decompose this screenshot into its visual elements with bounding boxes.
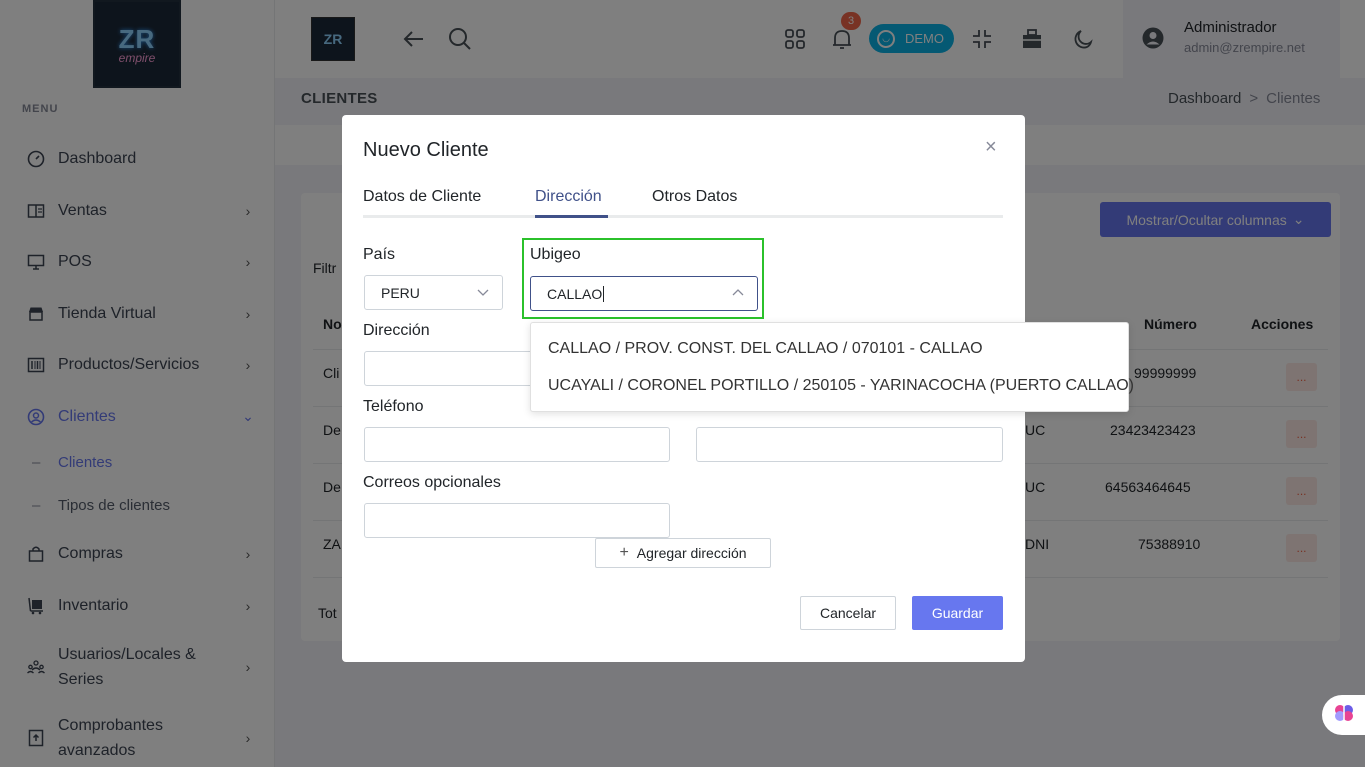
modal-title: Nuevo Cliente [363,139,489,161]
ubigeo-value: CALLAO [547,285,603,302]
ubigeo-dropdown: CALLAO / PROV. CONST. DEL CALLAO / 07010… [530,322,1134,412]
chevron-down-icon [476,285,490,299]
ubigeo-option[interactable]: CALLAO / PROV. CONST. DEL CALLAO / 07010… [548,340,983,358]
brain-icon [1333,702,1355,729]
ubigeo-label: Ubigeo [530,246,581,263]
tab-datos-cliente[interactable]: Datos de Cliente [363,188,481,206]
assistant-brain-button[interactable] [1322,695,1365,735]
tab-direccion[interactable]: Dirección [535,188,602,206]
add-address-label: Agregar dirección [636,545,747,561]
pais-select[interactable]: PERU [364,275,503,310]
secondary-input[interactable] [696,427,1003,462]
cancel-button[interactable]: Cancelar [800,596,896,630]
modal-tabs: Datos de Cliente Dirección Otros Datos [363,185,1003,218]
chevron-up-icon [731,286,745,300]
close-icon[interactable]: × [985,137,1001,157]
save-button[interactable]: Guardar [912,596,1003,630]
correos-input[interactable] [364,503,670,538]
plus-icon: + [619,544,629,561]
tab-otros-datos[interactable]: Otros Datos [652,188,737,206]
text-cursor [603,285,605,302]
telefono-input[interactable] [364,427,670,462]
ubigeo-select[interactable]: CALLAO [530,276,758,311]
correos-label: Correos opcionales [363,474,501,491]
telefono-label: Teléfono [363,398,424,415]
ubigeo-option[interactable]: UCAYALI / CORONEL PORTILLO / 250105 - YA… [548,377,1134,395]
pais-label: País [363,246,396,263]
active-tab-indicator [535,215,608,218]
add-address-button[interactable]: + Agregar dirección [595,538,771,568]
pais-value: PERU [381,284,420,301]
direccion-label: Dirección [363,322,430,339]
